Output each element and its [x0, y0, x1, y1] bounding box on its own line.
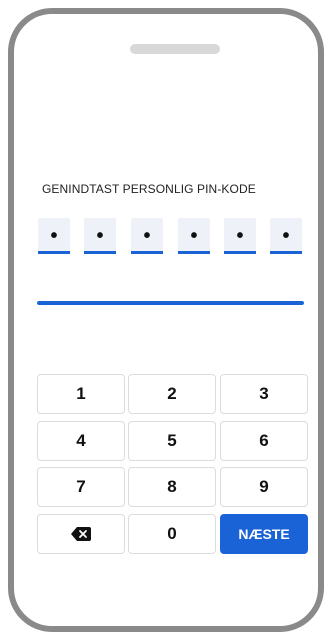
key-8[interactable]: 8	[128, 467, 216, 507]
key-5[interactable]: 5	[128, 421, 216, 461]
key-9[interactable]: 9	[220, 467, 308, 507]
pin-slot-underline	[224, 251, 256, 254]
pin-digit-dot: •	[282, 225, 290, 247]
backspace-button[interactable]	[37, 514, 125, 554]
key-7[interactable]: 7	[37, 467, 125, 507]
pin-digit-dot: •	[190, 225, 198, 247]
pin-slot-3[interactable]: •	[131, 218, 163, 254]
key-6[interactable]: 6	[220, 421, 308, 461]
backspace-icon	[71, 527, 91, 541]
pin-heading: GENINDTAST PERSONLIG PIN-KODE	[42, 182, 256, 196]
pin-slot-underline	[84, 251, 116, 254]
key-4[interactable]: 4	[37, 421, 125, 461]
key-1[interactable]: 1	[37, 374, 125, 414]
pin-slot-underline	[178, 251, 210, 254]
pin-slot-underline	[270, 251, 302, 254]
pin-slot-1[interactable]: •	[38, 218, 70, 254]
pin-slot-5[interactable]: •	[224, 218, 256, 254]
pin-digit-dot: •	[236, 225, 244, 247]
key-2[interactable]: 2	[128, 374, 216, 414]
pin-digit-dot: •	[50, 225, 58, 247]
speaker-notch	[130, 44, 220, 54]
pin-digit-dot: •	[96, 225, 104, 247]
key-0[interactable]: 0	[128, 514, 216, 554]
pin-slot-underline	[131, 251, 163, 254]
pin-slot-6[interactable]: •	[270, 218, 302, 254]
pin-slots: • • • • • •	[38, 218, 304, 254]
pin-slot-4[interactable]: •	[178, 218, 210, 254]
pin-progress-bar	[37, 301, 304, 305]
pin-progress-fill	[37, 301, 304, 305]
key-3[interactable]: 3	[220, 374, 308, 414]
pin-slot-2[interactable]: •	[84, 218, 116, 254]
pin-slot-underline	[38, 251, 70, 254]
next-button[interactable]: NÆSTE	[220, 514, 308, 554]
pin-digit-dot: •	[143, 225, 151, 247]
